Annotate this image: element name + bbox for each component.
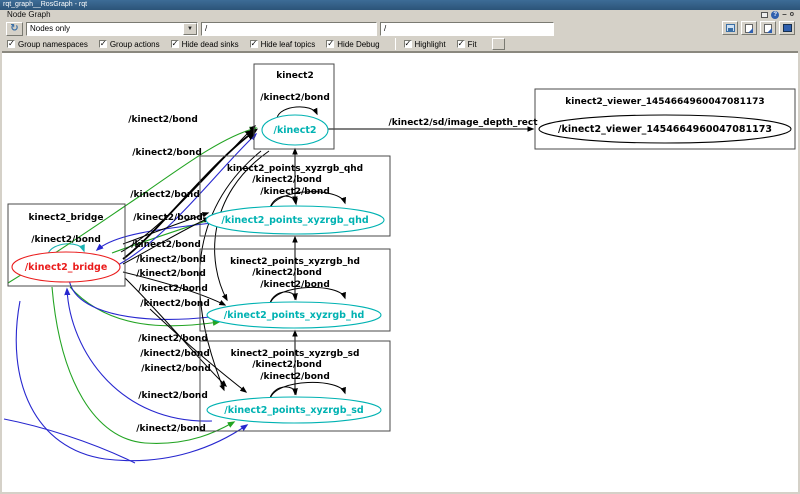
checkbox-label: Highlight (415, 40, 446, 49)
cluster-title: kinect2_viewer_1454664960047081173 (565, 97, 764, 107)
graph-nodes (12, 115, 791, 423)
graph-type-select[interactable]: Nodes only ▼ (26, 22, 198, 36)
close-icon[interactable]: o (790, 11, 794, 19)
fit-in-view-button[interactable] (492, 38, 505, 50)
edge-label-bond: /kinect2/bond (252, 360, 322, 370)
node-label: /kinect2 (273, 125, 316, 136)
options-row: Group namespaces Group actions Hide dead… (2, 37, 798, 52)
graph-canvas[interactable]: kinect2 /kinect2/bond /kinect2 kinect2_v… (2, 52, 798, 492)
checkbox-icon[interactable] (250, 40, 258, 48)
save-dot-icon (745, 24, 753, 33)
edge-label-bond: /kinect2/bond (260, 187, 330, 197)
save-image-icon (783, 24, 792, 32)
checkbox-icon[interactable] (171, 40, 179, 48)
edge-label-bond: /kinect2/bond (140, 299, 210, 309)
node-label: /kinect2_bridge (25, 262, 108, 273)
window-titlebar[interactable]: rqt_graph__RosGraph - rqt (0, 0, 800, 10)
load-dot-icon (726, 24, 735, 32)
graph-type-value: Nodes only (30, 24, 70, 33)
edge-label-image-depth: /kinect2/sd/image_depth_rect (388, 118, 538, 128)
checkbox-hide-dead-sinks[interactable]: Hide dead sinks (171, 40, 239, 49)
node-label: /kinect2_points_xyzrgb_qhd (221, 215, 368, 226)
edge-label-bond: /kinect2/bond (31, 235, 101, 245)
chevron-down-icon[interactable]: ▼ (183, 23, 197, 35)
checkbox-group-namespaces[interactable]: Group namespaces (7, 40, 88, 49)
rqt-window: rqt_graph__RosGraph - rqt Node Graph ? –… (0, 0, 800, 494)
minimize-icon[interactable]: – (782, 11, 786, 19)
node-filter-input[interactable] (201, 22, 377, 36)
save-svg-button[interactable] (760, 21, 776, 35)
cluster-title: kinect2_points_xyzrgb_hd (230, 257, 360, 267)
cluster-title: kinect2_bridge (29, 213, 104, 223)
load-dot-button[interactable] (722, 21, 738, 35)
checkbox-icon[interactable] (7, 40, 15, 48)
checkbox-label: Hide dead sinks (182, 40, 239, 49)
edge-label-bond: /kinect2/bond (252, 175, 322, 185)
refresh-icon: ↻ (10, 23, 18, 34)
edge-label-bond: /kinect2/bond (136, 424, 206, 434)
checkbox-label: Group actions (110, 40, 160, 49)
checkbox-label: Group namespaces (18, 40, 88, 49)
edge-label-bond: /kinect2/bond (260, 93, 330, 103)
checkbox-icon[interactable] (404, 40, 412, 48)
edge-label-bond: /kinect2/bond (136, 255, 206, 265)
checkbox-hide-debug[interactable]: Hide Debug (326, 40, 379, 49)
graph-toolbar: ↻ Nodes only ▼ (2, 20, 798, 37)
node-label: /kinect2_viewer_1454664960047081173 (558, 124, 772, 135)
checkbox-label: Hide Debug (337, 40, 379, 49)
edge-label-bond: /kinect2/bond (133, 213, 203, 223)
save-dot-button[interactable] (741, 21, 757, 35)
checkbox-fit[interactable]: Fit (457, 40, 477, 49)
edge-label-bond: /kinect2/bond (138, 391, 208, 401)
edge-label-bond: /kinect2/bond (252, 268, 322, 278)
undock-icon[interactable] (761, 12, 768, 18)
edge-label-bond: /kinect2/bond (128, 115, 198, 125)
checkbox-label: Hide leaf topics (261, 40, 316, 49)
edge-label-bond: /kinect2/bond (132, 148, 202, 158)
checkbox-highlight[interactable]: Highlight (404, 40, 446, 49)
edge-label-bond: /kinect2/bond (138, 284, 208, 294)
edge-label-bond: /kinect2/bond (130, 190, 200, 200)
node-label: /kinect2_points_xyzrgb_hd (224, 310, 365, 321)
checkbox-label: Fit (468, 40, 477, 49)
edge-label-bond: /kinect2/bond (140, 349, 210, 359)
checkbox-group-actions[interactable]: Group actions (99, 40, 160, 49)
edge-label-bond: /kinect2/bond (260, 372, 330, 382)
edge-label-bond: /kinect2/bond (138, 334, 208, 344)
node-graph-svg: kinect2 /kinect2/bond /kinect2 kinect2_v… (2, 53, 798, 493)
dock-header[interactable]: Node Graph ? – o (2, 10, 798, 20)
cluster-title: kinect2_points_xyzrgb_qhd (227, 164, 363, 174)
checkbox-icon[interactable] (457, 40, 465, 48)
save-svg-icon (764, 24, 772, 33)
edge-label-bond: /kinect2/bond (260, 280, 330, 290)
edge-label-bond: /kinect2/bond (131, 240, 201, 250)
edge-label-bond: /kinect2/bond (136, 269, 206, 279)
cluster-title: kinect2_points_xyzrgb_sd (231, 349, 360, 359)
window-title: rqt_graph__RosGraph - rqt (3, 1, 87, 8)
checkbox-icon[interactable] (326, 40, 334, 48)
cluster-title: kinect2 (276, 71, 313, 81)
dock-title: Node Graph (7, 10, 51, 19)
topic-filter-input[interactable] (380, 22, 554, 36)
toolbar-separator (395, 38, 396, 50)
edge-label-bond: /kinect2/bond (141, 364, 211, 374)
refresh-button[interactable]: ↻ (6, 22, 23, 36)
save-image-button[interactable] (779, 21, 795, 35)
node-label: /kinect2_points_xyzrgb_sd (224, 405, 363, 416)
checkbox-icon[interactable] (99, 40, 107, 48)
help-icon[interactable]: ? (771, 11, 779, 19)
checkbox-hide-leaf-topics[interactable]: Hide leaf topics (250, 40, 316, 49)
